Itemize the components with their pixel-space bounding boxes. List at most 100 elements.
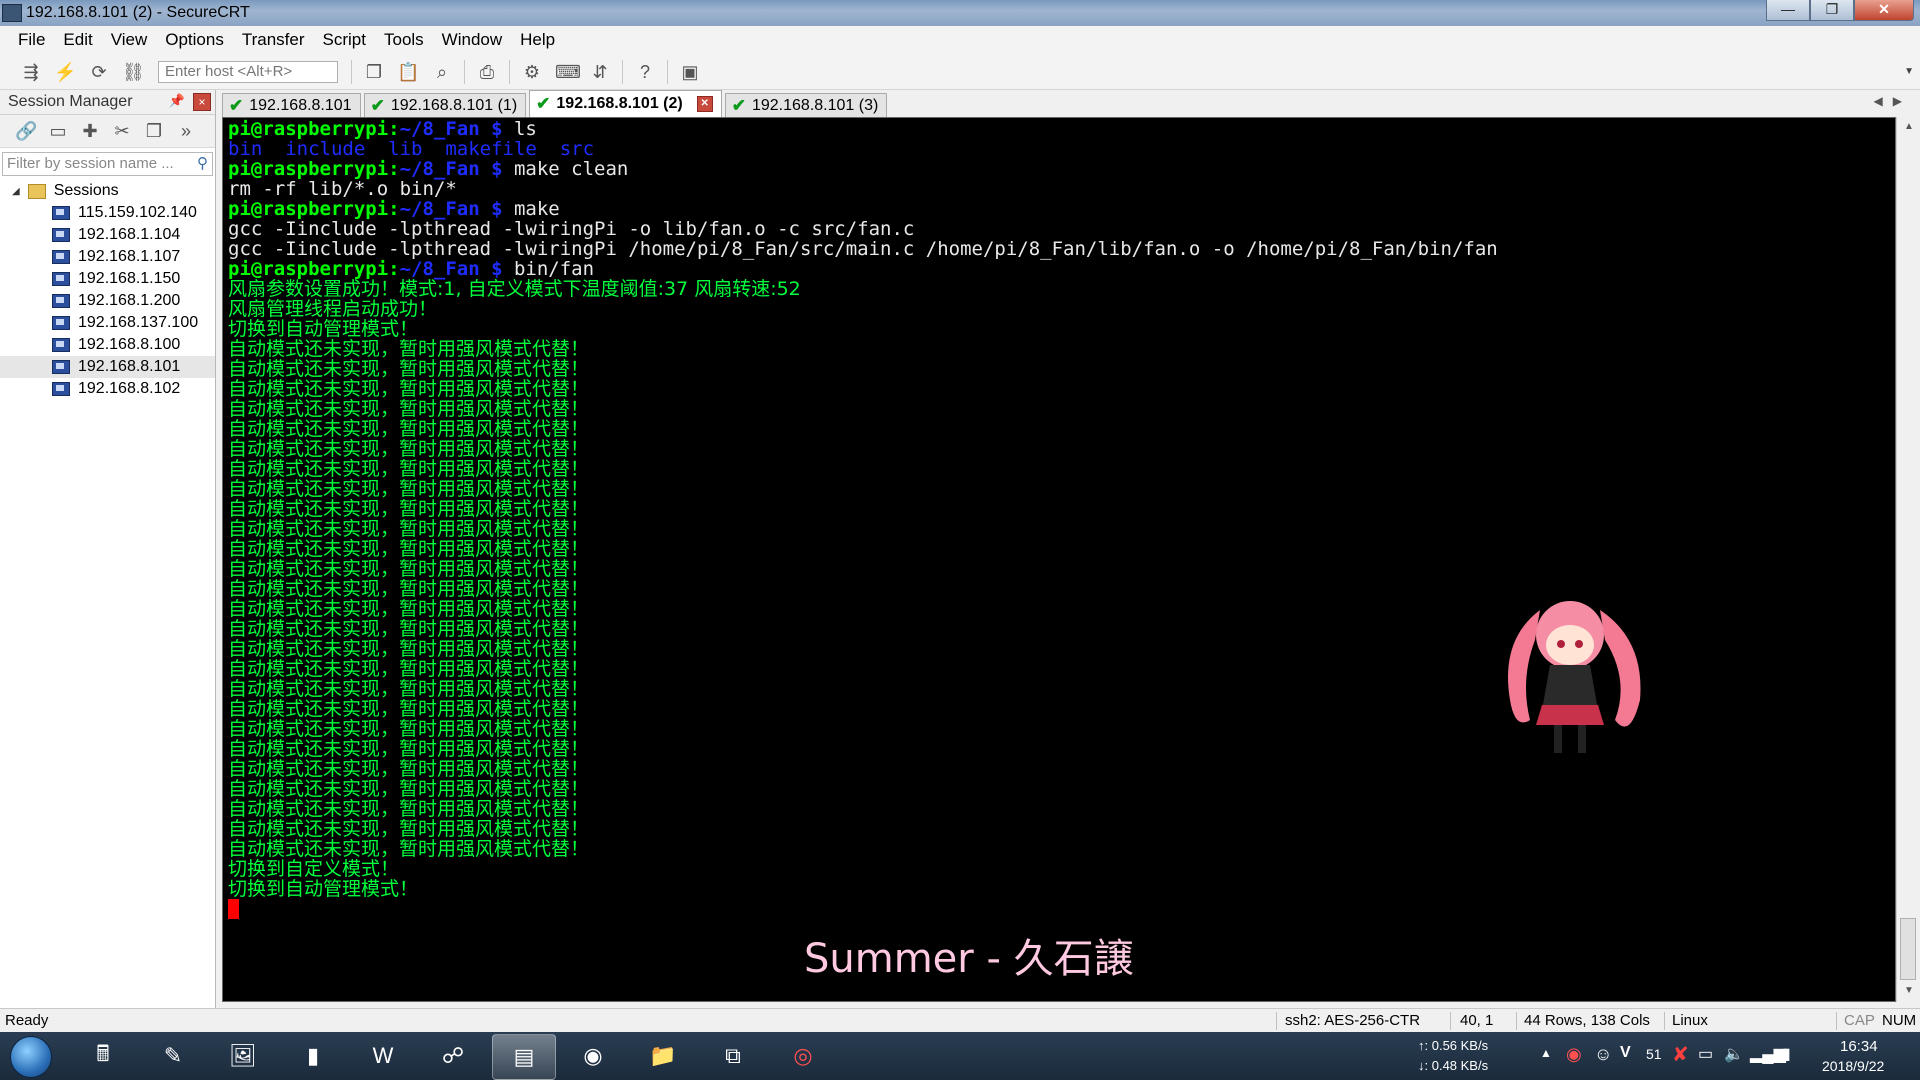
cut-icon[interactable]: ✂ — [111, 120, 133, 142]
session-item[interactable]: 115.159.102.140 — [0, 202, 215, 224]
settings-icon[interactable]: ⚙ — [521, 61, 543, 83]
tab-scroll-arrows[interactable]: ◀▶ — [1874, 94, 1912, 108]
more-icon[interactable]: » — [175, 120, 197, 142]
terminal-line: 自动模式还未实现，暂时用强风模式代替！ — [228, 659, 1498, 679]
copy-session-icon[interactable]: ❐ — [143, 120, 165, 142]
tab-session-active[interactable]: ✔ 192.168.8.101 (2) ✕ — [529, 90, 722, 117]
terminal-scrollbar[interactable]: ▲ ▼ — [1896, 117, 1920, 1002]
scroll-thumb[interactable] — [1900, 918, 1916, 980]
antivirus-icon[interactable]: ✘ — [1672, 1042, 1689, 1067]
menu-file[interactable]: File — [18, 30, 45, 50]
search-icon[interactable]: ⚲ — [197, 154, 208, 172]
command-text: bin/fan — [513, 258, 595, 280]
collapse-arrow-icon[interactable]: ◢ — [12, 186, 20, 197]
session-filter-input[interactable]: Filter by session name ... ⚲ — [2, 152, 213, 176]
remote-desktop-icon[interactable]: ⧉ — [702, 1034, 764, 1078]
help-icon[interactable]: ? — [634, 61, 656, 83]
securecrt-icon[interactable]: ▤ — [492, 1034, 556, 1080]
tab-label: 192.168.8.101 (2) — [556, 95, 683, 112]
close-panel-icon[interactable]: × — [193, 93, 211, 111]
paste-icon[interactable]: 📋 — [397, 61, 419, 83]
netease-music-icon[interactable]: ◎ — [772, 1034, 834, 1078]
menu-view[interactable]: View — [111, 30, 148, 50]
pin-icon[interactable]: 📌 — [169, 93, 185, 109]
menu-window[interactable]: Window — [442, 30, 502, 50]
display-icon[interactable]: ▭ — [1698, 1044, 1713, 1064]
output-text: gcc -Iinclude -lpthread -lwiringPi /home… — [228, 238, 1498, 260]
clock-date[interactable]: 2018/9/22 — [1822, 1058, 1884, 1074]
terminal-line: 自动模式还未实现，暂时用强风模式代替！ — [228, 619, 1498, 639]
image-viewer-icon[interactable]: 🖼 — [212, 1034, 274, 1078]
session-item[interactable]: 192.168.137.100 — [0, 312, 215, 334]
find-icon[interactable]: ⌕ — [431, 61, 453, 83]
close-tab-icon[interactable]: ✕ — [696, 96, 713, 112]
output-text: 自动模式还未实现，暂时用强风模式代替！ — [228, 658, 590, 680]
menu-script[interactable]: Script — [323, 30, 366, 50]
terminal-line: 自动模式还未实现，暂时用强风模式代替！ — [228, 699, 1498, 719]
menu-help[interactable]: Help — [520, 30, 555, 50]
toolbar-overflow-icon[interactable]: ▼ — [1904, 66, 1914, 77]
terminal-line: pi@raspberrypi:~/8_Fan $ make clean — [228, 159, 1498, 179]
session-item-selected[interactable]: 192.168.8.101 — [0, 356, 215, 378]
new-window-icon[interactable]: ▭ — [47, 120, 69, 142]
close-button[interactable]: ✕ — [1854, 0, 1914, 21]
cmd-icon[interactable]: ▮ — [282, 1034, 344, 1078]
scroll-down-icon[interactable]: ▼ — [1904, 985, 1914, 996]
battery-icon[interactable]: ▮ — [1782, 1044, 1791, 1064]
minimize-button[interactable]: — — [1766, 0, 1810, 21]
menu-edit[interactable]: Edit — [63, 30, 92, 50]
terminal-cursor — [228, 899, 239, 919]
session-item[interactable]: 192.168.8.102 — [0, 378, 215, 400]
session-item[interactable]: 192.168.8.100 — [0, 334, 215, 356]
connect-icon[interactable]: ⇶ — [20, 61, 42, 83]
terminal-line: rm -rf lib/*.o bin/* — [228, 179, 1498, 199]
output-text: 切换到自定义模式！ — [228, 858, 400, 880]
copy-icon[interactable]: ❐ — [363, 61, 385, 83]
menu-tools[interactable]: Tools — [384, 30, 424, 50]
sessions-folder[interactable]: ◢ Sessions — [0, 180, 215, 202]
screenshot-icon[interactable]: ▣ — [679, 61, 701, 83]
show-hidden-icons[interactable]: ▲ — [1540, 1046, 1552, 1060]
tab-session[interactable]: ✔ 192.168.8.101 (1) — [363, 93, 527, 117]
session-item[interactable]: 192.168.1.150 — [0, 268, 215, 290]
tab-session[interactable]: ✔ 192.168.8.101 (3) — [724, 93, 888, 117]
quick-connect-icon[interactable]: ⚡ — [54, 61, 76, 83]
explorer-icon[interactable]: 📁 — [632, 1034, 694, 1078]
securecrt-app-icon[interactable] — [2, 4, 22, 22]
host-input[interactable]: Enter host <Alt+R> — [158, 60, 338, 83]
add-session-icon[interactable]: ✚ — [79, 120, 101, 142]
notepad-icon[interactable]: ✎ — [142, 1034, 204, 1078]
maximize-button[interactable]: ❐ — [1810, 0, 1854, 21]
sftp-icon[interactable]: ⇵ — [589, 61, 611, 83]
network-icon[interactable]: ☍ — [422, 1034, 484, 1078]
start-button[interactable] — [10, 1036, 52, 1078]
session-item[interactable]: 192.168.1.107 — [0, 246, 215, 268]
terminal-view[interactable]: pi@raspberrypi:~/8_Fan $ ls bin include l… — [222, 117, 1896, 1002]
scroll-up-icon[interactable]: ▲ — [1904, 121, 1914, 132]
prompt-path: ~/8_Fan $ — [399, 198, 514, 220]
menu-transfer[interactable]: Transfer — [242, 30, 305, 50]
word-icon[interactable]: W — [352, 1034, 414, 1078]
calculator-icon[interactable]: 🖩 — [72, 1034, 134, 1078]
print-icon[interactable]: ⎙ — [476, 61, 498, 83]
chrome-icon[interactable]: ◉ — [562, 1034, 624, 1078]
vs-icon[interactable]: V — [1620, 1044, 1631, 1062]
link-icon[interactable]: 🔗 — [15, 120, 37, 142]
disconnect-icon[interactable]: ⛓ — [122, 61, 145, 83]
weibo-icon[interactable]: ◉ — [1566, 1044, 1582, 1065]
output-text: 自动模式还未实现，暂时用强风模式代替！ — [228, 398, 590, 420]
session-item[interactable]: 192.168.1.200 — [0, 290, 215, 312]
volume-icon[interactable]: 🔈 — [1724, 1044, 1744, 1064]
signal-icon[interactable]: ▂▄▆ — [1750, 1044, 1786, 1064]
keymap-icon[interactable]: ⌨ — [555, 61, 581, 83]
session-item[interactable]: 192.168.1.104 — [0, 224, 215, 246]
reconnect-icon[interactable]: ⟳ — [88, 61, 110, 83]
output-text: 自动模式还未实现，暂时用强风模式代替！ — [228, 798, 590, 820]
session-label: 192.168.137.100 — [78, 314, 199, 331]
qq-icon[interactable]: ☺ — [1594, 1044, 1612, 1065]
status-divider — [1276, 1012, 1277, 1030]
tab-session[interactable]: ✔ 192.168.8.101 — [222, 93, 361, 117]
menu-options[interactable]: Options — [165, 30, 224, 50]
clock-time[interactable]: 16:34 — [1840, 1038, 1878, 1055]
toolbar-divider — [622, 59, 623, 84]
